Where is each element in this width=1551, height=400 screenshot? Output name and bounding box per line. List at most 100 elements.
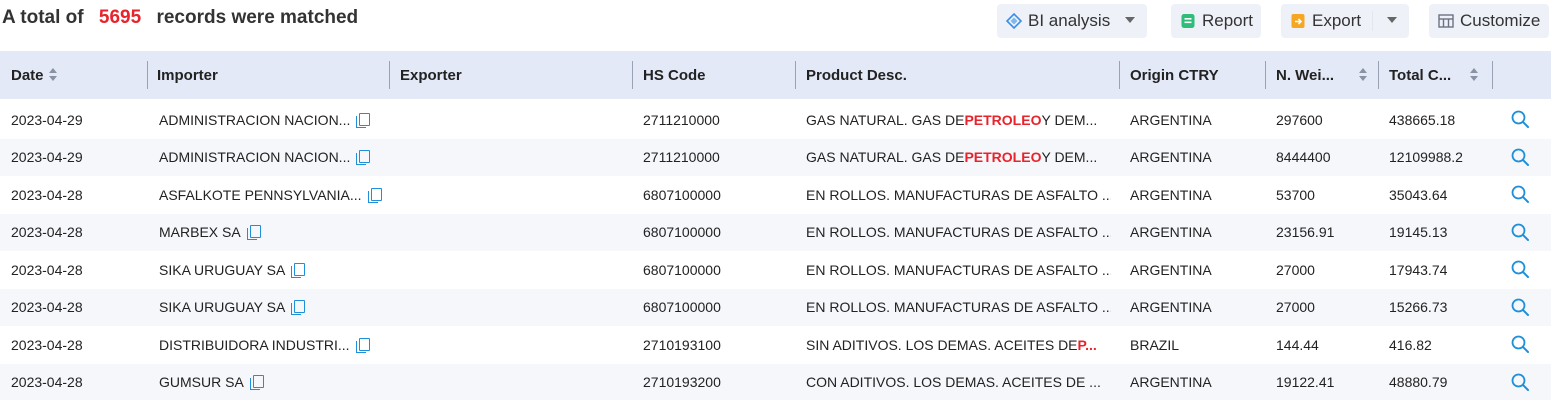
copy-icon[interactable] [246, 225, 261, 241]
export-button[interactable]: Export [1281, 4, 1409, 38]
cell-date: 2023-04-28 [11, 299, 83, 316]
search-icon[interactable] [1510, 259, 1530, 279]
cell-net-weight: 144.44 [1276, 336, 1319, 353]
column-label: Exporter [400, 66, 462, 84]
importer-link[interactable]: MARBEX SA [159, 224, 241, 240]
customize-icon [1438, 14, 1454, 28]
cell-hs-code: 6807100000 [643, 186, 721, 203]
cell-importer: ADMINISTRACION NACION... [159, 101, 384, 139]
column-divider[interactable] [1492, 61, 1493, 89]
cell-exporter [400, 364, 625, 400]
cell-total: 12109988.2 [1389, 149, 1463, 166]
search-icon[interactable] [1510, 372, 1530, 392]
cell-date: 2023-04-28 [11, 374, 83, 391]
search-icon[interactable] [1510, 297, 1530, 317]
cell-net-weight: 297600 [1276, 111, 1323, 128]
cell-total: 416.82 [1389, 336, 1432, 353]
cell-total: 17943.74 [1389, 261, 1448, 278]
cell-hs-code: 2710193100 [643, 336, 721, 353]
table-row[interactable]: 2023-04-28 GUMSUR SA 2710193200 CON ADITIVO… [0, 363, 1551, 400]
copy-icon[interactable] [291, 262, 306, 278]
cell-origin: ARGENTINA [1130, 186, 1212, 203]
column-header-importer: Importer [157, 51, 218, 99]
cell-exporter [400, 139, 625, 177]
cell-net-weight: 8444400 [1276, 149, 1331, 166]
table-row[interactable]: 2023-04-28 DISTRIBUIDORA INDUSTRI... 27101… [0, 326, 1551, 364]
table-row[interactable]: 2023-04-28 SIKA URUGUAY SA 6807100000 EN RO… [0, 288, 1551, 326]
sort-icon[interactable] [1359, 68, 1368, 82]
column-divider[interactable] [1119, 61, 1120, 89]
column-header-total[interactable]: Total C... [1389, 51, 1479, 99]
cell-origin: BRAZIL [1130, 336, 1180, 353]
column-divider[interactable] [795, 61, 796, 89]
cell-origin: ARGENTINA [1130, 261, 1212, 278]
copy-icon[interactable] [291, 300, 306, 316]
search-icon[interactable] [1510, 334, 1530, 354]
cell-product-desc: SIN ADITIVOS. LOS DEMAS. ACEITES DE P... [806, 326, 1111, 364]
table-row[interactable]: 2023-04-29 ADMINISTRACION NACION... 271121… [0, 101, 1551, 139]
desc-text-end: Y DEM... [1041, 111, 1098, 128]
cell-hs-code: 2711210000 [643, 149, 720, 166]
copy-icon[interactable] [367, 187, 382, 203]
copy-icon[interactable] [356, 112, 371, 128]
table-row[interactable]: 2023-04-28 SIKA URUGUAY SA 6807100000 EN RO… [0, 251, 1551, 289]
table-row[interactable]: 2023-04-28 ASFALKOTE PENNSYLVANIA... 68071… [0, 176, 1551, 214]
cell-product-desc: EN ROLLOS. MANUFACTURAS DE ASFALTO ... [806, 251, 1111, 289]
column-divider[interactable] [147, 61, 148, 89]
report-button[interactable]: Report [1171, 4, 1261, 38]
importer-link[interactable]: ADMINISTRACION NACION... [159, 149, 350, 165]
column-label: Date [11, 66, 44, 84]
desc-text: EN ROLLOS. MANUFACTURAS DE ASFALTO ... [806, 299, 1111, 316]
sort-icon[interactable] [48, 68, 58, 82]
importer-link[interactable]: ASFALKOTE PENNSYLVANIA... [159, 187, 362, 203]
column-label: N. Wei... [1276, 66, 1335, 84]
cell-importer: ADMINISTRACION NACION... [159, 139, 384, 177]
cell-hs-code: 6807100000 [643, 224, 721, 241]
table-row[interactable]: 2023-04-29 ADMINISTRACION NACION... 271121… [0, 138, 1551, 177]
cell-origin: ARGENTINA [1130, 299, 1212, 316]
desc-highlight: P... [1077, 336, 1097, 353]
cell-net-weight: 53700 [1276, 186, 1315, 203]
copy-icon[interactable] [249, 375, 264, 391]
column-header-date[interactable]: Date [11, 51, 58, 99]
cell-exporter [400, 326, 625, 364]
cell-date: 2023-04-28 [11, 336, 83, 353]
table-row[interactable]: 2023-04-28 MARBEX SA 6807100000 EN ROLLOS. … [0, 213, 1551, 252]
importer-link[interactable]: ADMINISTRACION NACION... [159, 112, 350, 128]
column-divider[interactable] [389, 61, 390, 89]
search-icon[interactable] [1510, 109, 1530, 129]
column-header-net-weight[interactable]: N. Wei... [1276, 51, 1368, 99]
customize-button[interactable]: Customize [1429, 4, 1549, 38]
cell-net-weight: 19122.41 [1276, 374, 1335, 391]
cell-hs-code: 6807100000 [643, 299, 721, 316]
cell-origin: ARGENTINA [1130, 374, 1212, 391]
importer-link[interactable]: GUMSUR SA [159, 374, 244, 390]
search-icon[interactable] [1510, 222, 1530, 242]
column-divider[interactable] [632, 61, 633, 89]
desc-text-end: Y DEM... [1041, 149, 1098, 166]
cell-exporter [400, 251, 625, 289]
search-icon[interactable] [1510, 147, 1530, 167]
desc-text: EN ROLLOS. MANUFACTURAS DE ASFALTO ... [806, 261, 1111, 278]
copy-icon[interactable] [355, 337, 370, 353]
desc-highlight: PETROLEO [964, 149, 1042, 166]
report-label: Report [1202, 11, 1254, 30]
importer-link[interactable]: SIKA URUGUAY SA [159, 299, 285, 315]
importer-link[interactable]: DISTRIBUIDORA INDUSTRI... [159, 337, 350, 353]
sort-icon[interactable] [1470, 68, 1479, 82]
column-header-origin: Origin CTRY [1130, 51, 1219, 99]
cell-product-desc: EN ROLLOS. MANUFACTURAS DE ASFALTO ... [806, 176, 1111, 214]
copy-icon[interactable] [356, 150, 371, 166]
cell-total: 19145.13 [1389, 224, 1448, 241]
cell-product-desc: CON ADITIVOS. LOS DEMAS. ACEITES DE ... [806, 364, 1111, 400]
importer-link[interactable]: SIKA URUGUAY SA [159, 262, 285, 278]
bi-analysis-button[interactable]: BI analysis [997, 4, 1147, 38]
column-label: Origin CTRY [1130, 66, 1219, 84]
search-icon[interactable] [1510, 184, 1530, 204]
cell-product-desc: EN ROLLOS. MANUFACTURAS DE ASFALTO ... [806, 214, 1111, 252]
records-count: 5695 [98, 7, 142, 28]
column-divider[interactable] [1265, 61, 1266, 89]
chevron-down-icon[interactable] [1387, 17, 1397, 23]
desc-text: EN ROLLOS. MANUFACTURAS DE ASFALTO ... [806, 186, 1111, 203]
column-divider[interactable] [1378, 61, 1379, 89]
